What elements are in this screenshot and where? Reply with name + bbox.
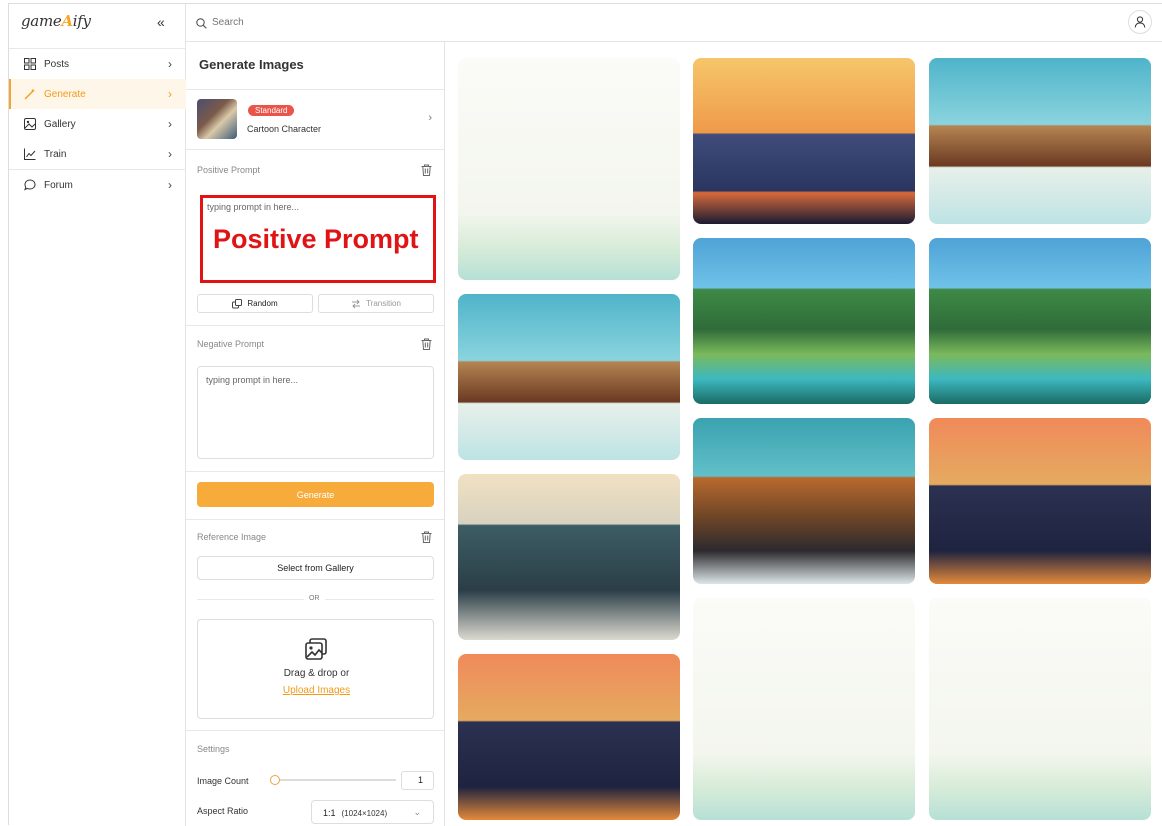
sidebar-item-label: Forum [44,179,73,191]
sidebar-item-forum[interactable]: Forum › [9,170,186,200]
select-from-gallery-button[interactable]: Select from Gallery [197,556,434,580]
model-badge: Standard [248,105,295,116]
chart-icon [23,147,37,161]
negative-prompt-input[interactable]: typing prompt in here... [197,366,434,459]
model-name: Cartoon Character [247,124,322,134]
generated-image[interactable] [458,654,680,820]
image-dropzone[interactable]: Drag & drop or Upload Images [197,619,434,719]
generated-image[interactable] [458,294,680,460]
swap-icon [352,299,361,308]
aspect-ratio-label: Aspect Ratio [197,806,249,816]
chevron-right-icon: › [168,117,172,131]
search-input[interactable] [212,13,512,31]
random-label: Random [247,299,278,308]
aspect-ratio-detail: (1024×1024) [341,809,388,818]
generated-image[interactable] [693,238,915,404]
generated-image[interactable] [458,58,680,280]
positive-prompt-label: Positive Prompt [197,165,261,175]
app-logo[interactable]: gameAify [21,12,91,30]
image-icon [23,117,37,131]
image-upload-icon [305,638,327,665]
generated-images-gallery [445,42,1162,826]
reference-image-label: Reference Image [197,532,267,542]
image-count-label: Image Count [197,776,249,786]
generated-image[interactable] [693,418,915,584]
page-title: Generate Images [199,57,304,72]
image-count-slider-track[interactable] [274,779,396,781]
user-icon [1134,16,1146,28]
generated-image[interactable] [458,474,680,640]
dropzone-text: Drag & drop or [283,668,350,679]
divider [186,730,445,731]
transition-label: Transition [366,299,401,308]
sidebar-item-train[interactable]: Train › [9,139,186,169]
or-separator: OR [304,595,325,602]
annotation-label: Positive Prompt [213,224,419,254]
chevron-right-icon: › [168,87,172,101]
prompt-placeholder: typing prompt in here... [206,375,299,385]
generate-panel: Generate Images Standard Cartoon Charact… [186,42,445,826]
prompt-placeholder: typing prompt in here... [207,202,300,212]
generated-image[interactable] [929,418,1151,584]
sidebar-item-gallery[interactable]: Gallery › [9,109,186,139]
search-icon [196,16,207,34]
aspect-ratio-value: 1:1 [323,808,336,818]
top-bar [186,4,1162,42]
sidebar-item-label: Posts [44,58,70,70]
user-avatar-button[interactable] [1128,10,1152,34]
generated-image[interactable] [929,598,1151,820]
chevron-right-icon: › [428,112,432,124]
chevron-right-icon: › [168,57,172,71]
generated-image[interactable] [693,58,915,224]
trash-icon[interactable] [421,163,432,181]
generated-image[interactable] [929,238,1151,404]
random-button[interactable]: Random [197,294,313,313]
collapse-sidebar-icon[interactable]: « [157,14,165,30]
sidebar-nav: Posts › Generate › Gallery › Train › For… [9,48,186,200]
app-window: gameAify « Posts › Generate › Gallery › … [8,3,1162,826]
generated-image[interactable] [929,58,1151,224]
sidebar-item-label: Generate [44,88,86,100]
sidebar-item-generate[interactable]: Generate › [9,79,186,109]
divider [186,325,445,326]
sidebar: gameAify « Posts › Generate › Gallery › … [9,4,186,826]
generate-button[interactable]: Generate [197,482,434,507]
sidebar-item-label: Gallery [44,118,76,130]
chevron-right-icon: › [168,147,172,161]
divider [186,149,445,150]
positive-prompt-input[interactable]: typing prompt in here... Positive Prompt [200,195,436,283]
generated-image[interactable] [693,598,915,820]
magic-wand-icon [23,87,37,101]
model-selector[interactable]: Standard Cartoon Character › [186,90,445,149]
model-thumbnail [197,99,237,139]
trash-icon[interactable] [421,530,432,548]
chevron-down-icon: ⌄ [413,807,421,817]
chevron-right-icon: › [168,178,172,192]
settings-label: Settings [197,744,230,754]
transition-button[interactable]: Transition [318,294,434,313]
negative-prompt-label: Negative Prompt [197,339,265,349]
divider [186,471,445,472]
chat-bubble-icon [23,178,37,192]
sidebar-item-posts[interactable]: Posts › [9,49,186,79]
grid-icon [23,57,37,71]
dice-icon [232,298,243,308]
image-count-slider-handle[interactable] [270,775,280,785]
image-count-input[interactable]: 1 [401,771,434,790]
aspect-ratio-select[interactable]: 1:1 (1024×1024) ⌄ [311,800,434,824]
upload-images-link[interactable]: Upload Images [198,685,435,696]
trash-icon[interactable] [421,337,432,355]
divider [186,519,445,520]
sidebar-item-label: Train [44,148,67,160]
